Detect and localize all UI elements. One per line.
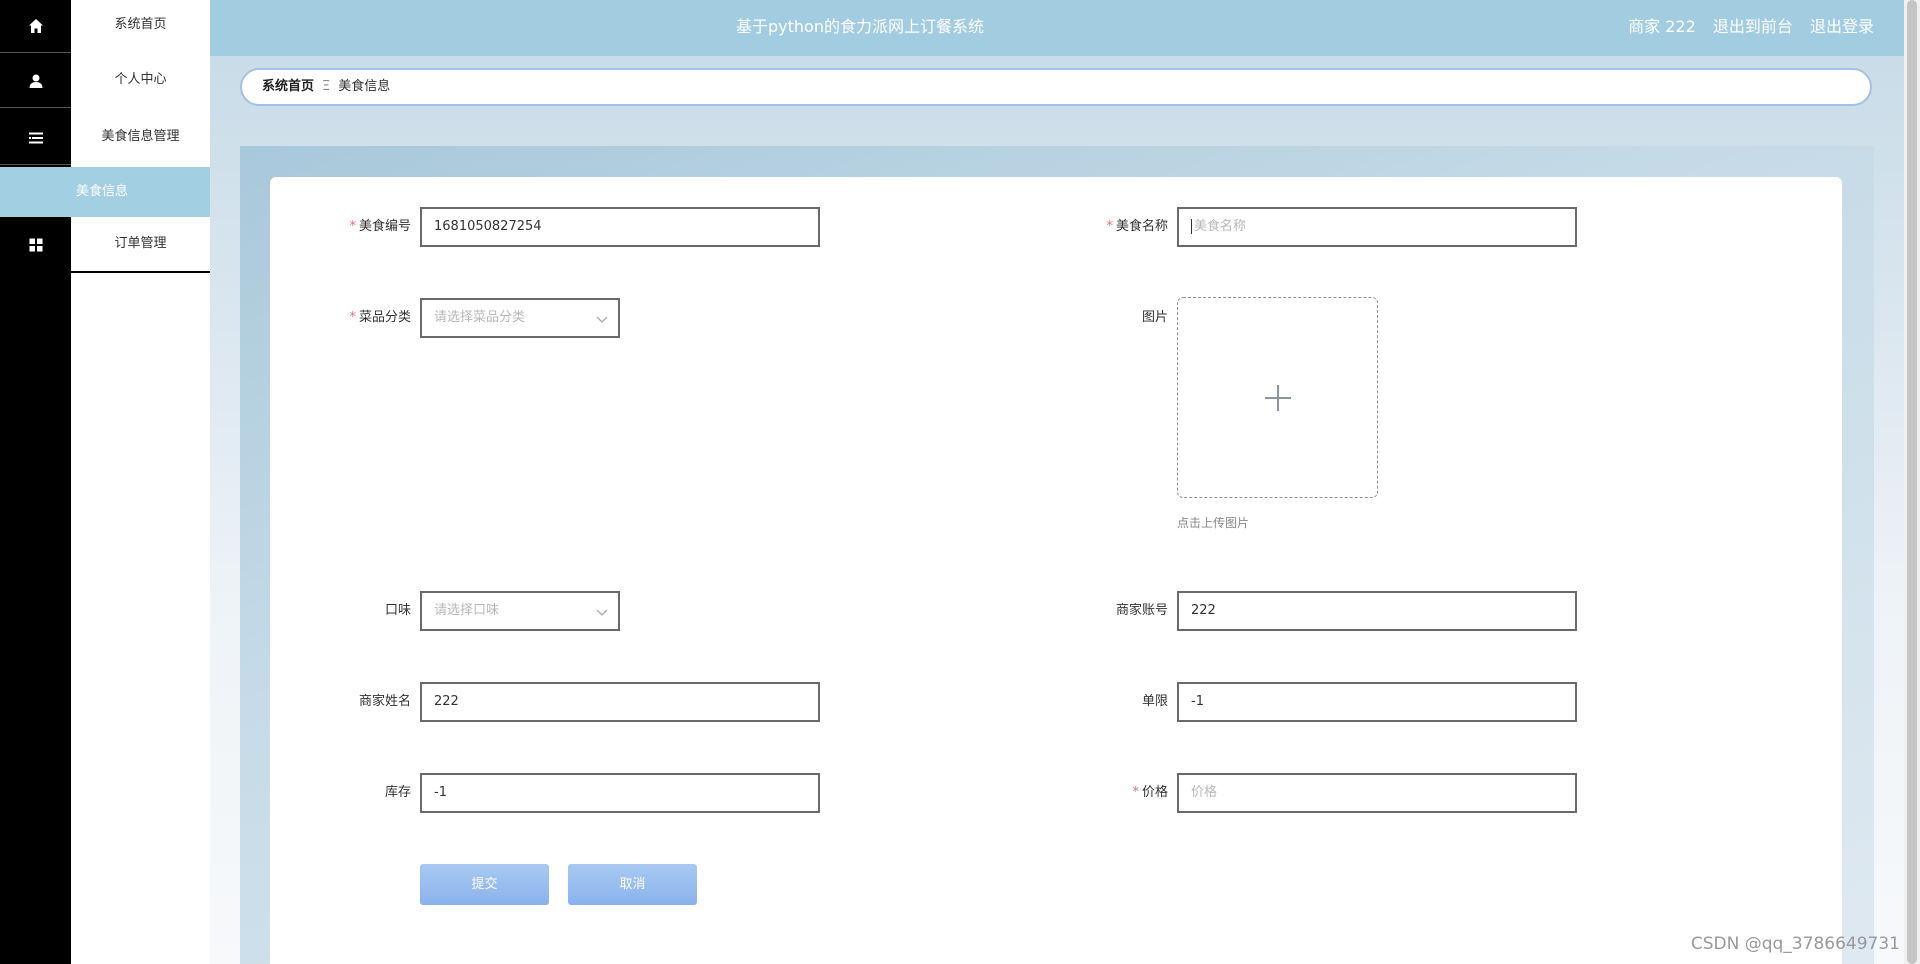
- price-label: * 价格: [1132, 785, 1168, 800]
- breadcrumb: 系统首页 Ξ 美食信息: [240, 68, 1872, 106]
- limit-label: 单限: [1141, 694, 1168, 709]
- sidebar-subitem-food-info[interactable]: 美食信息: [0, 167, 210, 217]
- merchant-account-input[interactable]: 222: [1177, 591, 1577, 631]
- user-role-label: 商家 222: [1628, 17, 1696, 36]
- chevron-down-icon: [596, 316, 608, 323]
- breadcrumb-home[interactable]: 系统首页: [262, 79, 314, 94]
- food-no-input[interactable]: 1681050827254: [420, 207, 820, 247]
- sidebar-item-food-management[interactable]: 美食信息管理: [0, 112, 210, 169]
- top-header: 基于python的食力派网上订餐系统 商家 222 退出到前台 退出登录: [210, 0, 1904, 56]
- price-input[interactable]: 价格: [1177, 773, 1577, 813]
- cancel-button[interactable]: 取消: [568, 864, 697, 905]
- limit-input[interactable]: -1: [1177, 682, 1577, 722]
- category-placeholder: 请选择菜品分类: [434, 310, 526, 325]
- home-icon: [0, 0, 71, 53]
- text-cursor: [1191, 219, 1192, 234]
- back-to-front-link[interactable]: 退出到前台: [1713, 17, 1793, 36]
- plus-icon: [1265, 385, 1291, 411]
- logout-link[interactable]: 退出登录: [1810, 17, 1874, 36]
- scrollbar-thumb[interactable]: [1907, 0, 1917, 964]
- form-card: [270, 177, 1842, 964]
- merchant-account-label: 商家账号: [1115, 603, 1168, 618]
- breadcrumb-current: 美食信息: [338, 79, 391, 94]
- grid-icon: [0, 219, 71, 272]
- category-select[interactable]: 请选择菜品分类: [420, 298, 620, 338]
- sidebar-item-label: 个人中心: [114, 72, 167, 87]
- sidebar-item-label: 系统首页: [114, 17, 167, 32]
- merchant-name-label: 商家姓名: [358, 694, 411, 709]
- sidebar-item-profile[interactable]: 个人中心: [0, 55, 210, 112]
- csdn-watermark: CSDN @qq_3786649731: [1690, 934, 1900, 954]
- sidebar-item-label: 美食信息管理: [101, 129, 180, 144]
- taste-placeholder: 请选择口味: [434, 603, 500, 618]
- stock-input[interactable]: -1: [420, 773, 820, 813]
- user-icon: [0, 55, 71, 108]
- image-upload-area[interactable]: [1177, 297, 1378, 498]
- stock-label: 库存: [384, 785, 411, 800]
- food-no-label: * 美食编号: [349, 219, 411, 234]
- sidebar-item-label: 订单管理: [114, 236, 167, 251]
- taste-label: 口味: [384, 603, 411, 618]
- category-label: * 菜品分类: [349, 310, 411, 325]
- breadcrumb-separator: Ξ: [322, 79, 331, 94]
- list-icon: [0, 112, 71, 165]
- menu-divider: [0, 271, 210, 273]
- taste-select[interactable]: 请选择口味: [420, 591, 620, 631]
- header-user-area: 商家 222 退出到前台 退出登录: [1628, 0, 1874, 56]
- upload-hint: 点击上传图片: [1177, 516, 1250, 530]
- chevron-down-icon: [596, 609, 608, 616]
- food-name-label: * 美食名称: [1106, 219, 1168, 234]
- submit-button[interactable]: 提交: [420, 864, 549, 905]
- app-title: 基于python的食力派网上订餐系统: [736, 17, 984, 36]
- sidebar-item-orders[interactable]: 订单管理: [0, 219, 210, 276]
- sidebar-item-home[interactable]: 系统首页: [0, 0, 210, 57]
- page-scrollbar[interactable]: [1904, 0, 1920, 964]
- image-label: 图片: [1141, 310, 1168, 325]
- merchant-name-input[interactable]: 222: [420, 682, 820, 722]
- food-name-input[interactable]: 美食名称: [1177, 207, 1577, 247]
